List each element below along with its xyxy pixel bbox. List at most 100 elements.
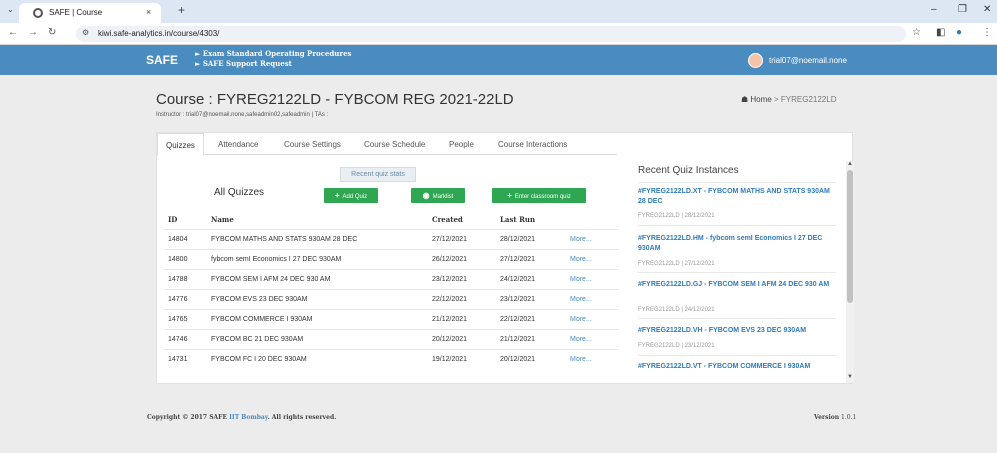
favicon-icon (33, 8, 43, 18)
eye-icon: ◉ (422, 191, 430, 200)
course-tabs: Quizzes Attendance Course Settings Cours… (157, 133, 617, 156)
app-header: SAFE ► Exam Standard Operating Procedure… (0, 45, 997, 75)
recent-quiz-instances-title: Recent Quiz Instances (638, 165, 739, 176)
enter-classroom-quiz-button[interactable]: + Enter classroom quiz (492, 188, 586, 203)
quiz-last-run: 23/12/2021 (500, 296, 536, 303)
support-link[interactable]: ► SAFE Support Request (195, 59, 351, 69)
tab-course-settings[interactable]: Course Settings (284, 140, 341, 149)
side-panel-icon[interactable]: ◧ (936, 27, 945, 38)
more-link[interactable]: More... (570, 336, 592, 343)
menu-kebab-icon[interactable]: ⋮ (982, 27, 992, 38)
column-header-name: Name (211, 215, 234, 224)
browser-tab[interactable]: SAFE | Course × (19, 3, 161, 23)
window-close-icon[interactable]: ✕ (983, 4, 991, 15)
plus-icon: + (507, 191, 512, 200)
add-quiz-button[interactable]: + Add Quiz (324, 188, 378, 203)
tab-quizzes[interactable]: Quizzes (157, 133, 204, 156)
recent-quiz-meta: FYREG2122LD | 28/12/2021 (638, 213, 715, 219)
recent-quiz-instances-panel[interactable]: Recent Quiz Instances #FYREG2122LD.XT - … (622, 159, 847, 385)
org-link[interactable]: IIT Bombay (229, 414, 267, 421)
site-info-icon[interactable]: ⚙ (82, 28, 89, 37)
enter-classroom-label: Enter classroom quiz (514, 194, 571, 200)
plus-icon: + (334, 191, 340, 200)
quiz-last-run: 27/12/2021 (500, 256, 536, 263)
forward-icon[interactable]: → (28, 27, 38, 38)
more-link[interactable]: More... (570, 236, 592, 243)
marklist-label: Marklist (432, 194, 454, 200)
more-link[interactable]: More... (570, 316, 592, 323)
table-row: 14765 FYBCOM COMMERCE I 930AM 21/12/2021… (165, 309, 618, 329)
quiz-created: 26/12/2021 (432, 256, 468, 263)
quiz-last-run: 21/12/2021 (500, 336, 536, 343)
tab-attendance[interactable]: Attendance (218, 140, 258, 149)
footer-copyright: Copyright © 2017 SAFE IIT Bombay. All ri… (147, 414, 336, 421)
bookmark-star-icon[interactable]: ☆ (912, 27, 921, 38)
column-header-last-run: Last Run (500, 215, 536, 224)
quiz-id: 14800 (168, 256, 188, 263)
recent-quiz-link[interactable]: #FYREG2122LD.GJ - FYBCOM SEM I AFM 24 DE… (638, 280, 836, 290)
recent-quiz-link[interactable]: #FYREG2122LD.VH - FYBCOM EVS 23 DEC 930A… (638, 326, 836, 336)
user-email[interactable]: trial07@noemail.none (769, 56, 847, 65)
version-label: Version (814, 414, 840, 421)
quiz-name: FYBCOM COMMERCE I 930AM (211, 316, 313, 323)
tab-search-icon[interactable]: ⌄ (7, 5, 14, 14)
browser-tab-title: SAFE | Course (49, 8, 103, 17)
tab-course-schedule[interactable]: Course Schedule (364, 140, 425, 149)
recent-quiz-link[interactable]: #FYREG2122LD.XT - FYBCOM MATHS AND STATS… (638, 187, 836, 207)
address-bar[interactable]: ⚙ kiwi.safe-analytics.in/course/4303/ (76, 26, 906, 42)
back-icon[interactable]: ← (8, 27, 18, 38)
more-link[interactable]: More... (570, 276, 592, 283)
scroll-up-icon[interactable]: ▲ (847, 161, 853, 167)
divider (638, 225, 836, 226)
sop-link[interactable]: ► Exam Standard Operating Procedures (195, 49, 351, 59)
quiz-created: 27/12/2021 (432, 236, 468, 243)
breadcrumb-home[interactable]: Home (750, 95, 771, 104)
recent-panel-scrollbar[interactable]: ▲ ▼ (846, 161, 854, 383)
quiz-id: 14731 (168, 356, 188, 363)
quiz-id: 14788 (168, 276, 188, 283)
restore-icon[interactable]: ❐ (958, 4, 967, 15)
tab-course-interactions[interactable]: Course Interactions (498, 140, 567, 149)
url-text: kiwi.safe-analytics.in/course/4303/ (98, 29, 220, 38)
tab-close-icon[interactable]: × (146, 7, 151, 17)
quiz-name: FYBCOM BC 21 DEC 930AM (211, 336, 304, 343)
recent-quiz-link[interactable]: #FYREG2122LD.HM - fybcom semI Economics … (638, 234, 836, 254)
breadcrumb-current: FYREG2122LD (780, 95, 837, 104)
recent-quiz-stats-button[interactable]: Recent quiz stats (340, 167, 416, 182)
page-title: Course : FYREG2122LD - FYBCOM REG 2021-2… (156, 91, 514, 108)
tab-people[interactable]: People (449, 140, 474, 149)
table-row: 14731 FYBCOM FC I 20 DEC 930AM 19/12/202… (165, 349, 618, 369)
table-row: 14746 FYBCOM BC 21 DEC 930AM 20/12/2021 … (165, 329, 618, 349)
breadcrumb-separator: > (773, 95, 779, 104)
divider (638, 318, 836, 319)
table-row: 14776 FYBCOM EVS 23 DEC 930AM 22/12/2021… (165, 289, 618, 309)
user-avatar[interactable] (748, 53, 763, 68)
more-link[interactable]: More... (570, 256, 592, 263)
quiz-last-run: 22/12/2021 (500, 316, 536, 323)
minimize-icon[interactable]: – (931, 4, 937, 15)
version-number: 1.0.1 (841, 414, 857, 421)
instructor-line: Instructor : trial07@noemail.none,safead… (156, 112, 329, 118)
marklist-button[interactable]: ◉ Marklist (411, 188, 465, 203)
profile-icon[interactable]: ● (956, 27, 962, 38)
scroll-down-icon[interactable]: ▼ (847, 374, 853, 380)
quiz-last-run: 28/12/2021 (500, 236, 536, 243)
quiz-created: 19/12/2021 (432, 356, 468, 363)
quiz-name: fybcom semI Economics I 27 DEC 930AM (211, 256, 342, 263)
brand-logo[interactable]: SAFE (146, 53, 178, 67)
home-icon: ☗ (741, 95, 749, 104)
footer-version: Version 1.0.1 (814, 414, 856, 421)
reload-icon[interactable]: ↻ (48, 27, 56, 38)
divider (638, 182, 836, 183)
more-link[interactable]: More... (570, 356, 592, 363)
recent-quiz-link[interactable]: #FYREG2122LD.VT - FYBCOM COMMERCE I 930A… (638, 362, 836, 372)
all-quizzes-heading: All Quizzes (214, 187, 265, 198)
quiz-name: FYBCOM MATHS AND STATS 930AM 28 DEC (211, 236, 358, 243)
quiz-created: 21/12/2021 (432, 316, 468, 323)
quiz-id: 14765 (168, 316, 188, 323)
new-tab-button[interactable]: + (178, 3, 185, 17)
scrollbar-thumb[interactable] (847, 170, 853, 303)
quiz-created: 22/12/2021 (432, 296, 468, 303)
recent-quiz-meta: FYREG2122LD | 27/12/2021 (638, 261, 715, 267)
more-link[interactable]: More... (570, 296, 592, 303)
